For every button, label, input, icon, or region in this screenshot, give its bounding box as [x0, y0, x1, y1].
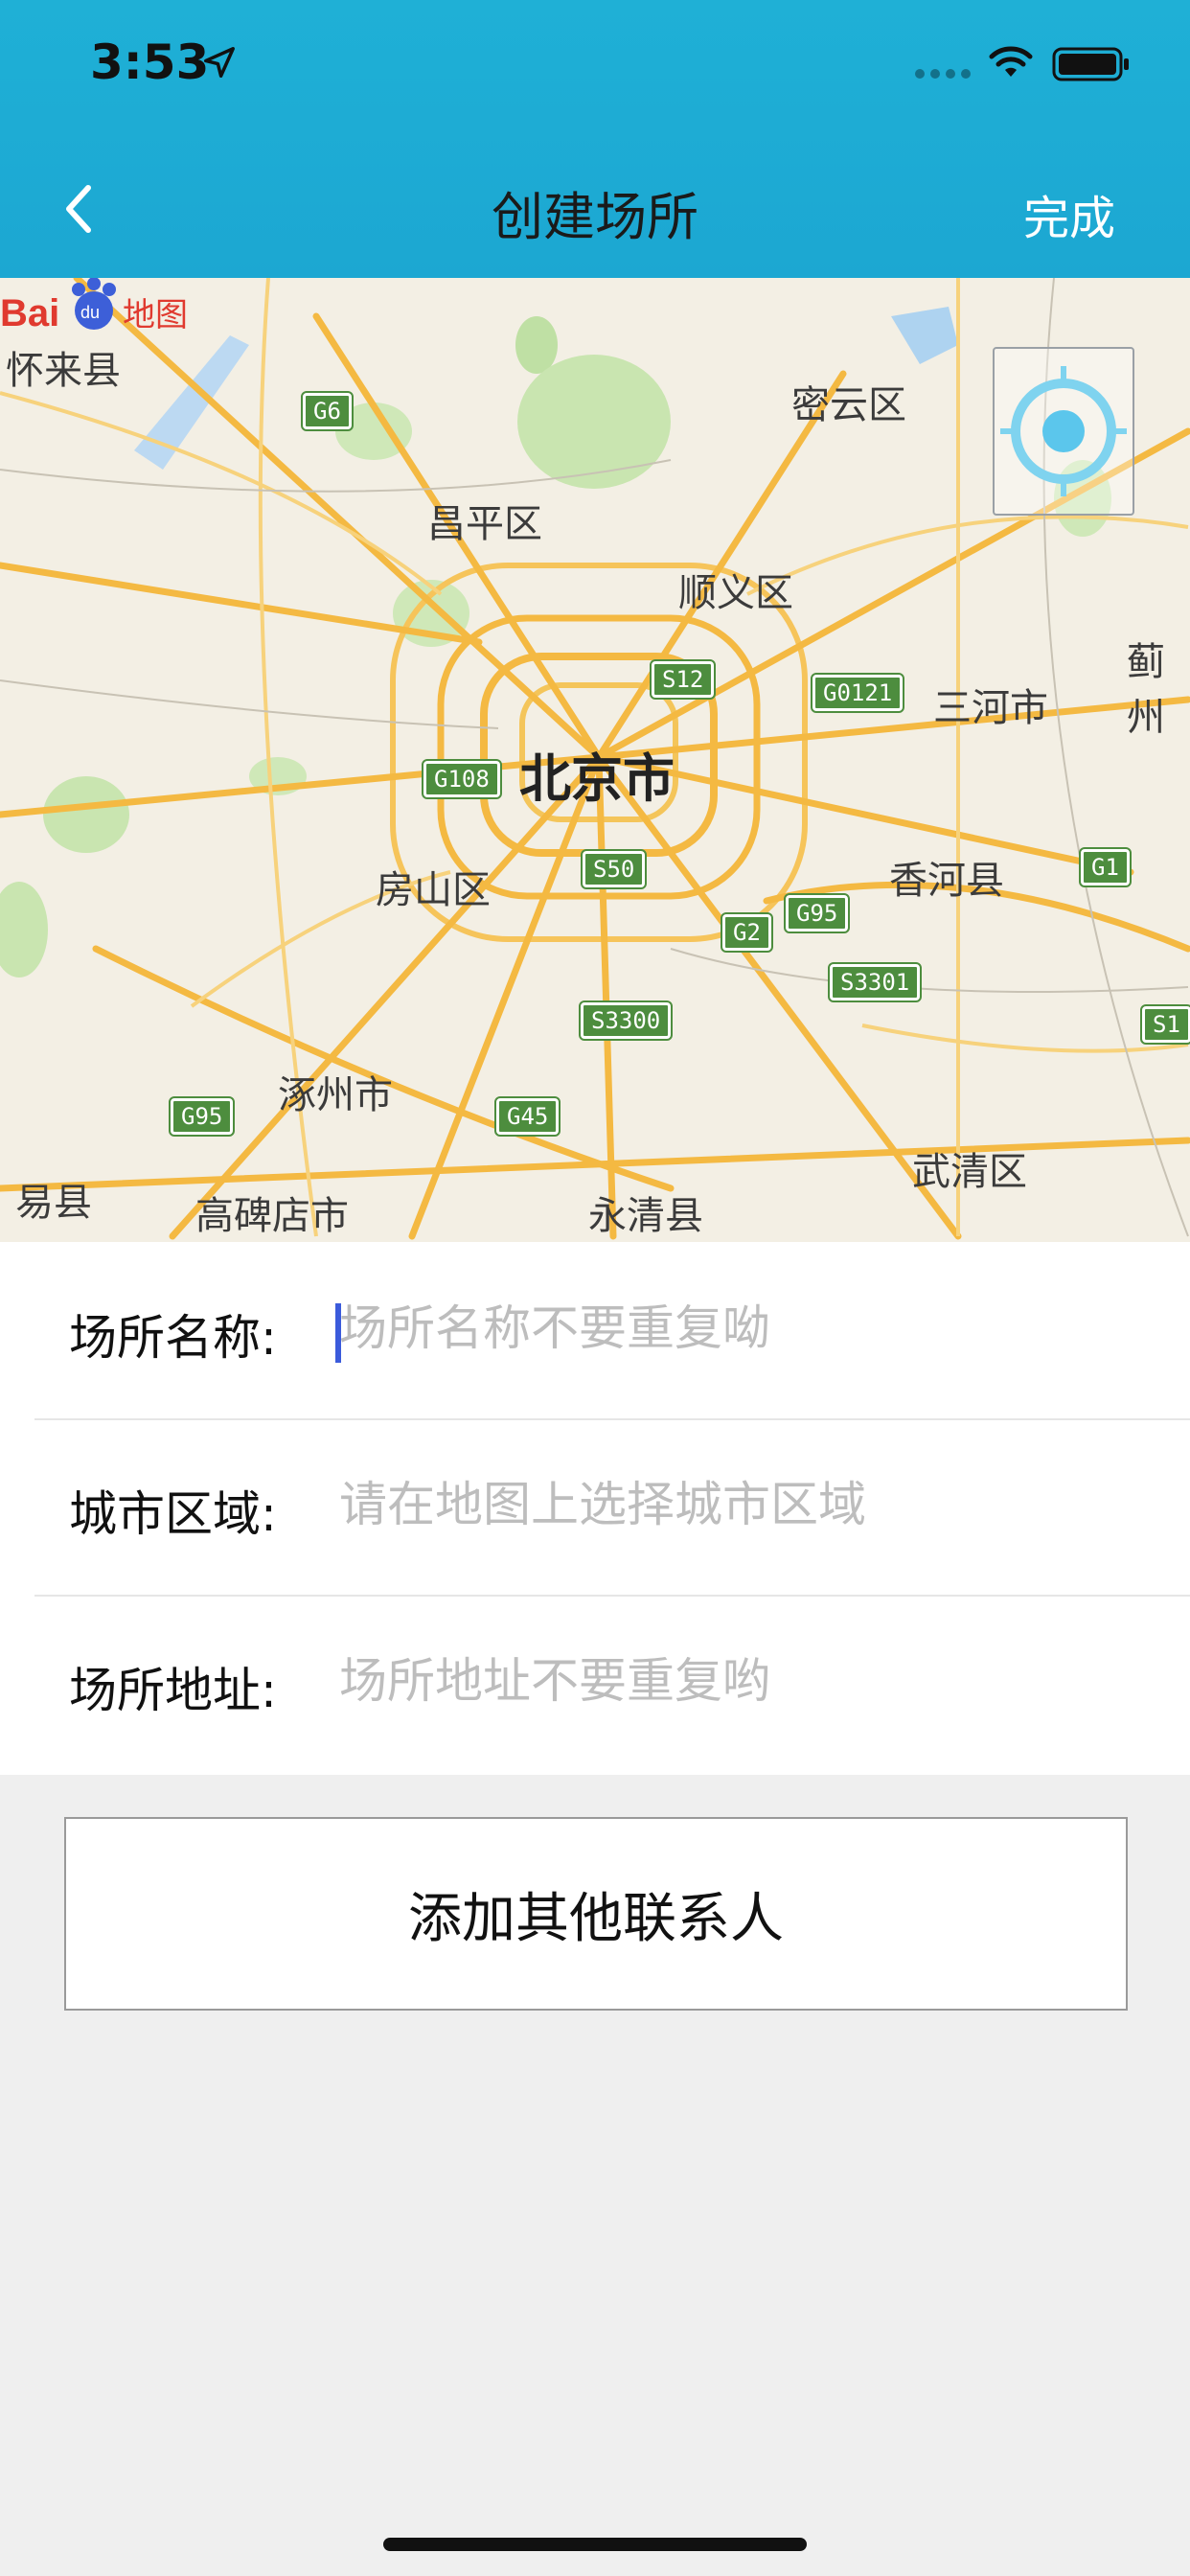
map-label-yongqing: 永清县	[588, 1194, 703, 1238]
road-shield-g0121: G0121	[810, 673, 905, 713]
road-shield-s50: S50	[580, 849, 648, 889]
place-name-input[interactable]	[339, 1290, 1163, 1367]
location-arrow-icon	[204, 47, 235, 78]
road-shield-g6: G6	[301, 391, 354, 431]
map-label-huailai: 怀来县	[6, 349, 121, 393]
road-shield-g95-west: G95	[168, 1096, 236, 1137]
place-form: 场所名称: 城市区域: 场所地址:	[0, 1242, 1190, 1775]
place-address-input[interactable]	[339, 1643, 1163, 1719]
place-address-label: 场所地址:	[69, 1663, 277, 1718]
map-label-sanhe: 三河市	[933, 686, 1048, 730]
home-indicator[interactable]	[383, 2538, 807, 2551]
svg-text:Bai: Bai	[0, 292, 59, 334]
map-label-shunyi: 顺义区	[678, 571, 793, 615]
text-cursor	[335, 1303, 341, 1363]
road-shield-g1: G1	[1079, 847, 1132, 887]
svg-text:地图: 地图	[123, 296, 188, 334]
city-region-input[interactable]	[339, 1466, 1163, 1543]
road-shield-g108: G108	[422, 759, 502, 799]
map-view[interactable]: 怀来县 密云区 昌平区 顺义区 北京市 三河市 蓟州 房山区 香河县 涿州市 高…	[0, 278, 1190, 1242]
map-label-yixian: 易县	[15, 1181, 92, 1225]
city-region-label: 城市区域:	[69, 1486, 277, 1542]
add-contact-button[interactable]: 添加其他联系人	[64, 1817, 1128, 2011]
road-shield-s12: S12	[649, 659, 717, 700]
map-label-zhuozhou: 涿州市	[278, 1073, 393, 1117]
map-label-beijing: 北京市	[519, 748, 675, 809]
status-time: 3:53	[90, 34, 210, 90]
done-button[interactable]: 完成	[1023, 180, 1115, 247]
road-shield-s3300: S3300	[578, 1000, 674, 1041]
map-label-changping: 昌平区	[427, 502, 542, 546]
form-row-address: 场所地址:	[34, 1595, 1190, 1771]
map-label-gaobeidian: 高碑店市	[195, 1194, 349, 1238]
svg-text:du: du	[80, 303, 100, 322]
form-row-name: 场所名称:	[34, 1242, 1190, 1420]
map-label-wuqing: 武清区	[912, 1150, 1027, 1194]
map-label-jixian: 蓟州	[1127, 640, 1165, 740]
header-bar: 3:53 创建场所 完成	[0, 0, 1190, 278]
road-shield-s3301: S3301	[827, 962, 923, 1002]
page-title: 创建场所	[492, 187, 698, 247]
map-label-xianghe: 香河县	[889, 859, 1004, 903]
cellular-signal-icon	[915, 69, 973, 79]
road-shield-s1: S1	[1140, 1004, 1190, 1045]
road-shield-g45: G45	[493, 1096, 561, 1137]
place-name-label: 场所名称:	[69, 1310, 277, 1366]
wifi-icon	[989, 46, 1033, 77]
map-label-fangshan: 房山区	[376, 868, 491, 912]
road-shield-g95: G95	[783, 893, 851, 933]
target-icon	[1000, 366, 1127, 496]
battery-icon	[1052, 47, 1129, 81]
road-shield-g2: G2	[721, 912, 773, 953]
map-label-miyun: 密云区	[791, 383, 906, 427]
baidu-map-logo: Bai du 地图	[0, 278, 188, 334]
form-row-region: 城市区域:	[34, 1418, 1190, 1597]
locate-me-button[interactable]	[993, 347, 1134, 516]
